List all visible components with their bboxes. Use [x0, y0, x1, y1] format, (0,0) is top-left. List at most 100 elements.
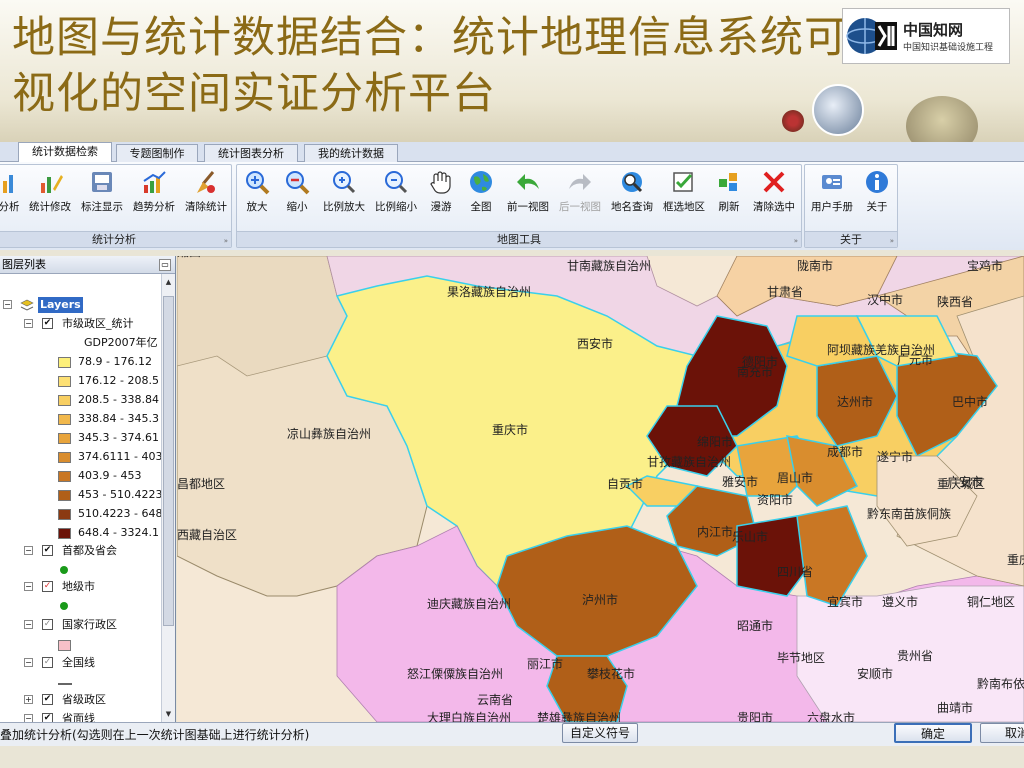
layer-checkbox[interactable]: ✓: [42, 657, 53, 668]
stat-edit-label: 统计修改: [29, 201, 71, 213]
layer-name: 市级政区_统计: [62, 317, 134, 330]
map-region-label: 安顺市: [857, 666, 893, 681]
user-manual-button[interactable]: 用户手册: [807, 169, 857, 221]
collapse-icon[interactable]: −: [24, 582, 33, 591]
map-region-label: 自贡市: [607, 476, 643, 491]
layer-checkbox[interactable]: ✔: [42, 694, 53, 705]
map-region-label: 西藏自治区: [177, 528, 237, 542]
place-search-label: 地名查询: [611, 201, 653, 213]
tab-data-search[interactable]: 统计数据检索: [18, 142, 112, 163]
status-bar: 叠加统计分析(勾选则在上一次统计图基础上进行统计分析) 自定义符号 确定 取消: [0, 722, 1024, 746]
layer-panel: 图层列表 ▭ − Layers − ✔ 市级政区_统计 GDP2007年亿 78…: [0, 256, 176, 725]
field-name: GDP2007年亿: [84, 336, 158, 349]
cancel-button[interactable]: 取消: [980, 723, 1024, 743]
panel-pin-icon[interactable]: ▭: [159, 259, 171, 271]
refresh-label: 刷新: [718, 201, 740, 213]
label-display-icon: [92, 172, 112, 192]
legend-swatch: [58, 452, 71, 463]
refresh-button[interactable]: 刷新: [711, 169, 747, 221]
map-region-label: 达州市: [837, 394, 873, 409]
scale-zoom-out-label: 比例缩小: [375, 201, 417, 213]
map-region-label: 曲靖市: [937, 700, 973, 715]
legend-swatch: [58, 414, 71, 425]
map-region-label: 果洛藏族自治州: [447, 284, 531, 299]
group-expand-icon[interactable]: »: [890, 237, 894, 245]
scroll-up-icon[interactable]: ▲: [163, 276, 174, 288]
layer-checkbox[interactable]: ✔: [42, 318, 53, 329]
scale-zoom-in-button[interactable]: 比例放大: [319, 169, 369, 221]
tab-chart-analysis[interactable]: 统计图表分析: [204, 144, 298, 162]
tab-my-data[interactable]: 我的统计数据: [304, 144, 398, 162]
zoom-in-label: 放大: [246, 201, 268, 213]
map-region-label: 德阳市: [742, 354, 778, 369]
slide-banner: 地图与统计数据结合：统计地理信息系统可 视化的空间实证分析平台 中国知网 中国知…: [0, 0, 1024, 156]
arrow-back-icon: [517, 174, 539, 190]
full-extent-button[interactable]: 全图: [463, 169, 499, 221]
map-region-label: 宝鸡市: [967, 258, 1003, 273]
box-select-button[interactable]: 框选地区: [659, 169, 709, 221]
clear-stat-button[interactable]: 清除统计: [181, 169, 231, 221]
expand-icon[interactable]: +: [24, 695, 33, 704]
overlay-stat-option[interactable]: 叠加统计分析(勾选则在上一次统计图基础上进行统计分析): [0, 726, 309, 743]
clear-stat-label: 清除统计: [185, 201, 227, 213]
place-search-button[interactable]: 地名查询: [607, 169, 657, 221]
legend-swatch: [58, 376, 71, 387]
map-region-label: 云南省: [477, 692, 513, 707]
scale-zoom-out-button[interactable]: 比例缩小: [371, 169, 421, 221]
group-label-stat: 统计分析: [0, 231, 231, 247]
zoom-out-label: 缩小: [286, 201, 308, 213]
layer-checkbox[interactable]: ✔: [42, 545, 53, 556]
trend-analysis-button[interactable]: 趋势分析: [129, 169, 179, 221]
ok-button[interactable]: 确定: [894, 723, 972, 743]
map-region-label: 迪庆藏族自治州: [427, 597, 511, 611]
previous-view-button[interactable]: 前一视图: [503, 169, 553, 221]
place-search-icon: [622, 172, 643, 193]
map-region-label: 凉山彝族自治州: [287, 426, 371, 441]
layer-checkbox[interactable]: ✓: [42, 619, 53, 630]
map-view[interactable]: 甘南藏族自治州 果洛藏族自治州 甘肃省 陇南市 汉中市 陕西省 宝鸡市 西安市 阿坝藏族羌族自治…: [177, 256, 1024, 722]
analysis-label: 分析: [0, 201, 20, 213]
map-region-label: 内江市: [697, 524, 733, 539]
map-region-label: 陕西省: [937, 294, 973, 309]
analysis-button[interactable]: 分析: [0, 169, 21, 221]
map-region-label: 重庆市: [492, 422, 528, 437]
collapse-icon[interactable]: −: [3, 300, 12, 309]
scroll-thumb[interactable]: [163, 296, 174, 626]
pan-button[interactable]: 漫游: [423, 169, 459, 221]
collapse-icon[interactable]: −: [24, 546, 33, 555]
scroll-down-icon[interactable]: ▼: [163, 708, 174, 720]
ribbon-toolbar: 分析 统计修改 标注显示 趋势分析 清除统计 统计分析 » 放大 缩小 比例放大…: [0, 162, 1024, 250]
stat-edit-button[interactable]: 统计修改: [25, 169, 75, 221]
about-button[interactable]: 关于: [859, 169, 895, 221]
ribbon-tabs: 统计数据检索 专题图制作 统计图表分析 我的统计数据: [0, 142, 1024, 163]
collapse-icon[interactable]: −: [24, 658, 33, 667]
map-region-label: 黔南布依族苗族自治州: [977, 676, 1024, 691]
user-manual-icon: [822, 175, 842, 189]
layer-panel-scrollbar[interactable]: ▲ ▼: [161, 274, 175, 722]
layer-checkbox[interactable]: ✓: [42, 581, 53, 592]
map-canvas[interactable]: 甘南藏族自治州果洛藏族自治州 甘肃省陇南市汉中市 陕西省宝鸡市西安市 阿坝藏族羌族自治…: [177, 256, 1024, 722]
label-display-button[interactable]: 标注显示: [77, 169, 127, 221]
map-region-label: 汉中市: [867, 292, 903, 307]
custom-symbol-button[interactable]: 自定义符号: [562, 723, 638, 743]
zoom-out-button[interactable]: 缩小: [279, 169, 315, 221]
layer-panel-header: 图层列表 ▭: [0, 256, 175, 274]
about-label: 关于: [866, 201, 888, 213]
collapse-icon[interactable]: −: [24, 319, 33, 328]
map-region-label: 乐山市: [732, 529, 768, 544]
clear-selection-button[interactable]: 清除选中: [749, 169, 799, 221]
tab-thematic-map[interactable]: 专题图制作: [116, 144, 198, 162]
collapse-icon[interactable]: −: [24, 620, 33, 629]
pink-swatch: [58, 640, 71, 651]
legend-swatch: [58, 509, 71, 520]
map-region-label: 黔东南苗族侗族: [867, 506, 951, 521]
group-expand-icon[interactable]: »: [794, 237, 798, 245]
map-region-label: 丽江市: [527, 656, 563, 671]
map-region-label: 雅安市: [722, 474, 758, 489]
scale-zoom-out-icon: [385, 171, 408, 194]
zoom-in-button[interactable]: 放大: [239, 169, 275, 221]
layers-root-label[interactable]: Layers: [38, 297, 83, 313]
group-expand-icon[interactable]: »: [224, 237, 228, 245]
decorative-dot-icon: [782, 110, 804, 132]
group-about: 用户手册 关于 关于 »: [804, 164, 898, 248]
